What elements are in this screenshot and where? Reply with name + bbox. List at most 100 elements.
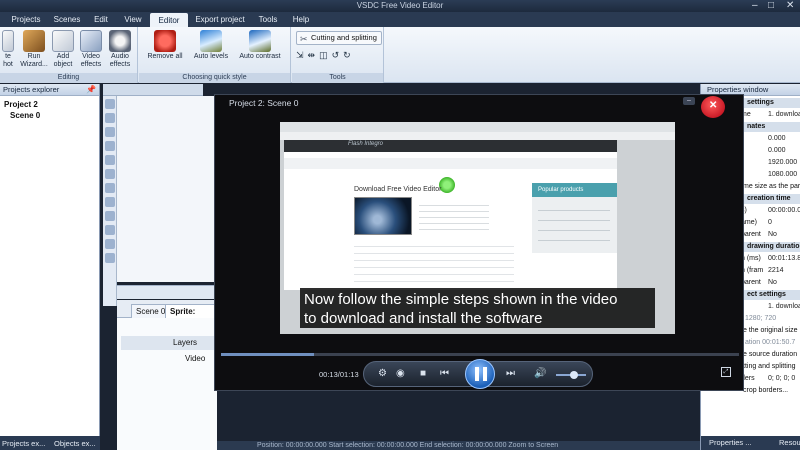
shuffle-icon[interactable]: ◉ [396,368,405,380]
rotate-right-icon[interactable]: ↻ [343,50,355,60]
pen-tool-icon[interactable] [105,141,115,151]
tools-group-label: Tools [292,73,383,83]
menu-help[interactable]: Help [288,12,314,27]
remove-all-label: Remove all [147,53,183,60]
menu-scenes[interactable]: Scenes [50,12,84,27]
tab-resources[interactable]: Resou [779,438,800,447]
ribbon-group-tools: ✂ Cutting and splitting ⇲⇹◫↺↻ Tools [292,27,384,83]
menu-editor[interactable]: Editor [150,13,188,27]
pointer-tool-icon[interactable] [105,99,115,109]
seek-bar[interactable] [221,353,739,356]
menu-tools[interactable]: Tools [254,12,282,27]
minimize-button[interactable]: – [752,0,758,12]
stop-icon[interactable]: ■ [420,368,426,380]
property-value[interactable]: No [768,230,777,240]
add-object-button[interactable]: Add object [50,30,76,69]
property-value[interactable]: 1920.000 [768,158,797,168]
property-value[interactable]: No [768,278,777,288]
tool-icons-row[interactable]: ⇲⇹◫↺↻ [296,50,355,64]
cutting-splitting-button[interactable]: ✂ Cutting and splitting [296,31,382,45]
seek-progress [221,353,315,356]
text-tool-icon[interactable] [105,169,115,179]
timeline-zoom-bar[interactable] [117,285,217,299]
tree-item-project[interactable]: Project 2 [4,99,95,110]
sprite-tool-icon[interactable] [105,225,115,235]
image-tool-icon[interactable] [105,183,115,193]
menu-export-project[interactable]: Export project [192,12,248,27]
player-minimize-button[interactable]: – [683,97,695,105]
volume-slider[interactable] [556,371,586,379]
menu-edit[interactable]: Edit [88,12,114,27]
video-layer-row[interactable]: Video [121,352,217,366]
audio-effects-button[interactable]: Audio effects [106,30,134,69]
menu-projects[interactable]: Projects [6,12,46,27]
property-value[interactable]: 00:00:00.0 [768,206,800,216]
title-bar: VSDC Free Video Editor – □ ✕ [0,0,800,12]
properties-tabs: Properties ... Resou [701,436,800,450]
chart-tool-icon[interactable] [105,239,115,249]
video-effects-button[interactable]: Video effects [78,30,104,69]
property-value[interactable]: 00:01:13.8 [768,254,800,264]
rotate-left-icon[interactable]: ↺ [332,50,344,60]
line-tool-icon[interactable] [105,155,115,165]
property-value[interactable]: 1. download [768,110,800,120]
crop-icon[interactable]: ◫ [319,50,332,60]
auto-levels-button[interactable]: Auto levels [189,30,233,61]
pin-icon[interactable]: 📌 [86,84,96,96]
ribbon-group-quick-style: Remove all Auto levels Auto contrast Cho… [139,27,291,83]
scene-toolbar[interactable] [103,84,203,96]
property-value[interactable]: 1080.000 [768,170,797,180]
effects-tool-icon[interactable] [105,253,115,263]
status-text: Position: 00:00:00.000 Start selection: … [257,442,559,449]
property-value[interactable]: 0 [768,218,772,228]
remove-all-icon [154,30,176,52]
product-thumbnail [354,197,412,235]
split-icon[interactable]: ⇹ [308,50,320,60]
ellipse-tool-icon[interactable] [105,127,115,137]
auto-contrast-icon [249,30,271,52]
previous-icon[interactable]: ⏮ [440,368,449,380]
download-title: Download Free Video Editor [354,186,442,193]
browser-address-bar [280,132,675,140]
property-value[interactable]: 1. download [768,302,800,312]
property-value[interactable]: 2214 [768,266,784,276]
pause-button[interactable] [465,359,495,389]
video-caption: Now follow the simple steps shown in the… [300,288,655,328]
fullscreen-icon[interactable]: ⤢ [721,367,731,377]
tools-icon[interactable]: ⚙ [378,368,387,380]
rect-tool-icon[interactable] [105,113,115,123]
tab-properties[interactable]: Properties ... [709,438,752,447]
tree-item-scene[interactable]: Scene 0 [4,110,95,121]
volume-knob[interactable] [570,371,578,379]
projects-explorer-title: Projects explorer [3,85,60,94]
property-value[interactable]: 0.000 [768,134,786,144]
property-value[interactable]: 0.000 [768,146,786,156]
add-object-icon [52,30,74,52]
next-icon[interactable]: ⏭ [506,368,515,380]
volume-icon[interactable]: 🔊 [534,368,546,380]
video-tool-icon[interactable] [105,197,115,207]
playback-controls: ⚙ ◉ ■ ⏮ ⏭ 🔊 [363,359,593,389]
auto-contrast-button[interactable]: Auto contrast [235,30,285,61]
run-wizard-button[interactable]: Run Wizard... [20,30,48,69]
snapshot-button[interactable]: te hot [0,30,16,69]
trim-icon[interactable]: ⇲ [296,50,308,60]
tab-objects-explorer[interactable]: Objects ex... [54,438,96,450]
menu-view[interactable]: View [118,12,148,27]
maximize-button[interactable]: □ [768,0,774,12]
scene-canvas[interactable] [117,96,217,282]
layers-row: Layers [121,336,217,350]
remove-all-button[interactable]: Remove all [143,30,187,61]
property-value[interactable]: 0; 0; 0; 0 [768,374,795,384]
tab-projects-explorer[interactable]: Projects ex... [2,438,45,450]
close-icon: ✕ [709,100,718,111]
video-frame[interactable]: Flash Integro Download Free Video Editor… [280,122,675,334]
preview-player-window: Project 2: Scene 0 – ✕ Flash Integro Dow… [214,94,744,391]
close-button[interactable]: ✕ [786,0,794,12]
audio-tool-icon[interactable] [105,211,115,221]
projects-explorer-panel: Projects explorer 📌 Project 2 Scene 0 Pr… [0,84,100,450]
player-close-button[interactable]: ✕ [701,96,725,118]
tab-sprite[interactable]: Sprite: Sprite [165,304,217,330]
run-wizard-label: Run Wizard... [20,53,48,68]
pause-icon [475,367,487,381]
